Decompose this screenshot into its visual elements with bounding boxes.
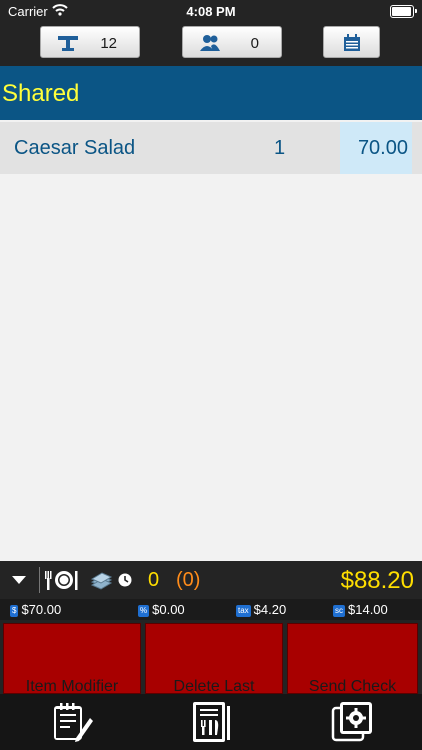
delete-last-label: Delete Last: [173, 678, 255, 694]
calendar-icon: [344, 34, 360, 51]
item-quantity: 1: [274, 137, 286, 159]
tax-badge-icon: tax: [236, 605, 251, 617]
tax-value: $4.20: [253, 602, 287, 617]
service-badge-icon: sc: [333, 605, 345, 617]
totals-breakdown: $ $70.00 % $0.00 tax $4.20 sc $14.00: [0, 599, 422, 620]
discount-value: $0.00: [152, 602, 185, 617]
battery-icon: [390, 5, 414, 18]
subtotal-value: $70.00: [21, 602, 62, 617]
table-icon: [58, 36, 78, 51]
divider: [39, 567, 40, 593]
clock-badge-icon[interactable]: [118, 573, 132, 587]
status-bar: Carrier 4:08 PM: [0, 0, 422, 22]
settings-icon[interactable]: [331, 700, 375, 744]
table-button[interactable]: 12: [40, 26, 140, 58]
calendar-button[interactable]: [323, 26, 380, 58]
plate-cutlery-icon[interactable]: [44, 569, 78, 591]
section-title: Shared: [2, 80, 80, 107]
action-buttons: Item Modifier Delete Last Send Check: [0, 620, 422, 694]
collapse-arrow-icon[interactable]: [12, 576, 26, 584]
section-header: Shared: [0, 66, 422, 120]
send-check-button[interactable]: Send Check: [287, 623, 418, 694]
totals-bar: 0 (0) $88.20: [0, 561, 422, 599]
order-item-row[interactable]: Caesar Salad 1 70.00: [0, 122, 422, 174]
service-value: $14.00: [348, 602, 388, 617]
table-number: 12: [100, 35, 117, 52]
delete-last-button[interactable]: Delete Last: [145, 623, 283, 694]
service-charge-group: sc $14.00: [333, 602, 388, 617]
item-name: Caesar Salad: [14, 137, 136, 159]
clock: 4:08 PM: [186, 4, 236, 19]
menu-icon[interactable]: [189, 700, 233, 744]
tax-group: tax $4.20: [236, 602, 286, 617]
subtotal-group: $ $70.00: [10, 602, 61, 617]
top-toolbar: 12 0: [0, 22, 422, 66]
item-modifier-button[interactable]: Item Modifier: [3, 623, 141, 694]
item-modifier-label: Item Modifier: [25, 678, 119, 694]
item-price-cell[interactable]: 70.00: [340, 122, 412, 174]
discount-badge-icon: %: [138, 605, 150, 617]
bottom-tab-bar: [0, 694, 422, 750]
battery-tip: [415, 9, 417, 13]
guests-button[interactable]: 0: [182, 26, 282, 58]
subtotal-badge-icon: $: [10, 605, 19, 617]
pending-count: (0): [176, 569, 201, 591]
guest-count: 0: [250, 35, 259, 52]
item-count: 0: [148, 569, 160, 591]
send-check-label: Send Check: [308, 678, 397, 694]
order-notes-icon[interactable]: [50, 700, 94, 744]
grand-total: $88.20: [340, 567, 414, 594]
guests-icon: [200, 35, 220, 51]
item-price: 70.00: [357, 137, 408, 159]
cash-stack-icon[interactable]: [90, 570, 112, 590]
discount-group: % $0.00: [138, 602, 185, 617]
